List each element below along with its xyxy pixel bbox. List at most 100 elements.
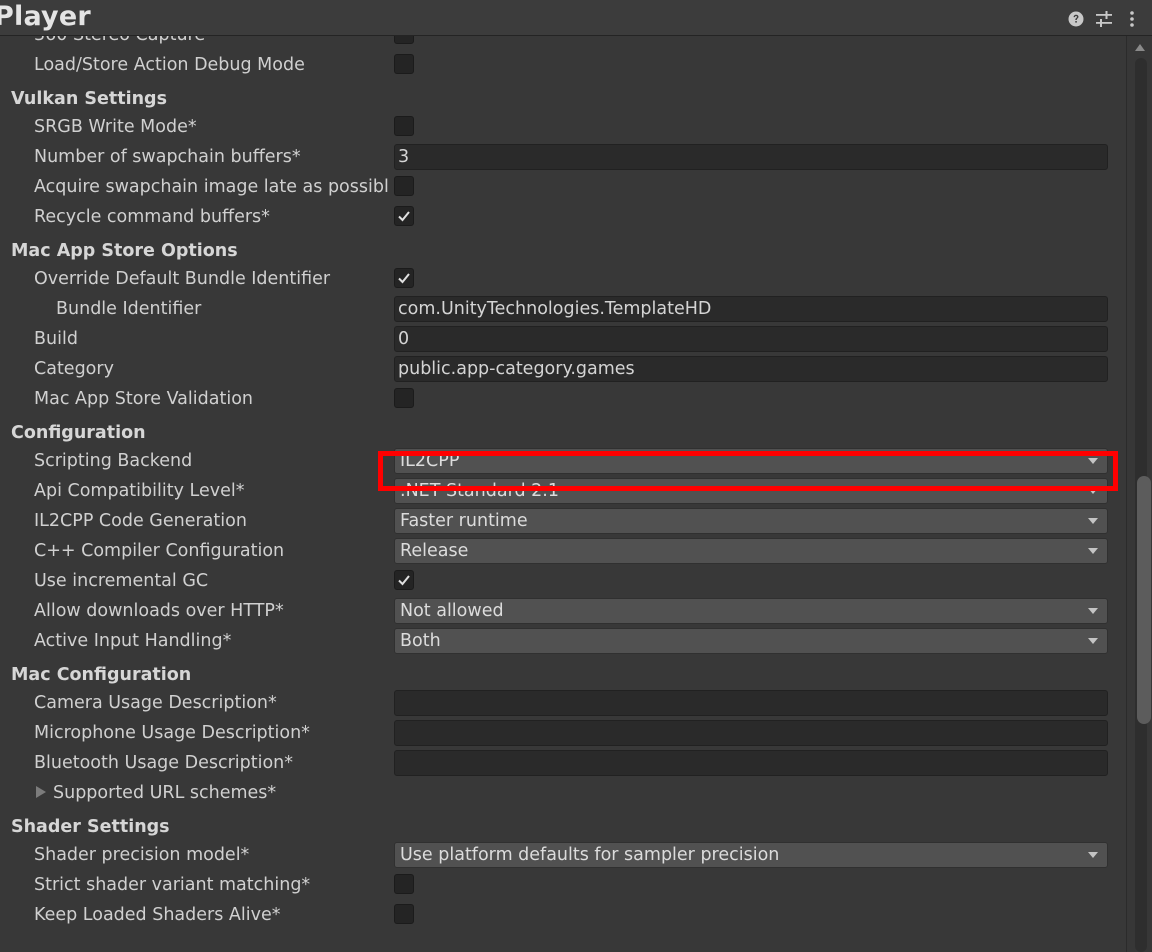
preset-sliders-icon[interactable] xyxy=(1094,9,1114,29)
row-microphone-usage-description: Microphone Usage Description* xyxy=(0,718,1126,748)
label-keep-loaded-shaders-alive: Keep Loaded Shaders Alive* xyxy=(34,905,281,925)
scripting-backend-dropdown[interactable]: IL2CPP xyxy=(394,448,1108,474)
row-api-compatibility-level: Api Compatibility Level* .NET Standard 2… xyxy=(0,476,1126,506)
scroll-up-arrow-icon[interactable] xyxy=(1135,44,1145,51)
vertical-scrollbar[interactable] xyxy=(1126,36,1152,952)
label-recycle-command-buffers: Recycle command buffers* xyxy=(34,207,270,227)
section-configuration: Configuration xyxy=(0,420,1126,446)
cpp-compiler-configuration-dropdown[interactable]: Release xyxy=(394,538,1108,564)
section-title-mac-app-store: Mac App Store Options xyxy=(11,241,238,261)
camera-usage-description-field[interactable] xyxy=(394,690,1108,716)
foldout-supported-url-schemes[interactable]: Supported URL schemes* xyxy=(36,778,391,808)
inspector-header: Player xyxy=(0,0,1152,36)
row-allow-downloads-http: Allow downloads over HTTP* Not allowed xyxy=(0,596,1126,626)
checkbox-acquire-swapchain-late[interactable] xyxy=(394,176,414,196)
row-bundle-identifier: Bundle Identifier com.UnityTechnologies.… xyxy=(0,294,1126,324)
section-title-mac-configuration: Mac Configuration xyxy=(11,665,192,685)
row-swapchain-buffers: Number of swapchain buffers* 3 xyxy=(0,142,1126,172)
row-keep-loaded-shaders-alive: Keep Loaded Shaders Alive* xyxy=(0,900,1126,930)
section-mac-app-store-options: Mac App Store Options xyxy=(0,238,1126,264)
build-field[interactable]: 0 xyxy=(394,326,1108,352)
shader-precision-model-dropdown[interactable]: Use platform defaults for sampler precis… xyxy=(394,842,1108,868)
foldout-arrow-icon xyxy=(36,786,46,798)
section-title-vulkan: Vulkan Settings xyxy=(11,89,167,109)
checkmark-icon xyxy=(398,211,410,222)
label-shader-precision-model: Shader precision model* xyxy=(34,845,250,865)
more-menu-icon[interactable] xyxy=(1122,9,1142,29)
bluetooth-usage-description-field[interactable] xyxy=(394,750,1108,776)
checkmark-icon xyxy=(398,273,410,284)
category-field[interactable]: public.app-category.games xyxy=(394,356,1108,382)
row-camera-usage-description: Camera Usage Description* xyxy=(0,688,1126,718)
row-override-bundle-identifier: Override Default Bundle Identifier xyxy=(0,264,1126,294)
label-supported-url-schemes: Supported URL schemes* xyxy=(53,783,277,803)
checkmark-icon xyxy=(398,575,410,586)
il2cpp-code-generation-value: Faster runtime xyxy=(400,511,528,531)
row-shader-precision-model: Shader precision model* Use platform def… xyxy=(0,840,1126,870)
dropdown-arrow-icon xyxy=(1088,608,1098,614)
row-build: Build 0 xyxy=(0,324,1126,354)
active-input-handling-dropdown[interactable]: Both xyxy=(394,628,1108,654)
label-load-store-action-debug-mode: Load/Store Action Debug Mode xyxy=(34,55,305,75)
cpp-compiler-configuration-value: Release xyxy=(400,541,469,561)
row-il2cpp-code-generation: IL2CPP Code Generation Faster runtime xyxy=(0,506,1126,536)
row-mac-app-store-validation: Mac App Store Validation xyxy=(0,384,1126,414)
help-icon[interactable] xyxy=(1066,9,1086,29)
settings-list: 360 Stereo Capture Load/Store Action Deb… xyxy=(0,36,1126,930)
checkbox-recycle-command-buffers[interactable] xyxy=(394,206,414,226)
label-api-compatibility-level: Api Compatibility Level* xyxy=(34,481,245,501)
checkbox-override-bundle-identifier[interactable] xyxy=(394,268,414,288)
row-use-incremental-gc: Use incremental GC xyxy=(0,566,1126,596)
checkbox-strict-shader-variant-matching[interactable] xyxy=(394,874,414,894)
checkbox-360-stereo-capture[interactable] xyxy=(394,36,414,44)
row-supported-url-schemes[interactable]: Supported URL schemes* xyxy=(0,778,1126,808)
shader-precision-model-value: Use platform defaults for sampler precis… xyxy=(400,845,780,865)
dropdown-arrow-icon xyxy=(1088,548,1098,554)
section-shader-settings: Shader Settings xyxy=(0,814,1126,840)
row-category: Category public.app-category.games xyxy=(0,354,1126,384)
label-mac-app-store-validation: Mac App Store Validation xyxy=(34,389,253,409)
allow-downloads-http-dropdown[interactable]: Not allowed xyxy=(394,598,1108,624)
row-recycle-command-buffers: Recycle command buffers* xyxy=(0,202,1126,232)
section-title-configuration: Configuration xyxy=(11,423,146,443)
row-scripting-backend: Scripting Backend IL2CPP xyxy=(0,446,1126,476)
allow-downloads-http-value: Not allowed xyxy=(400,601,504,621)
inspector-title: Player xyxy=(0,1,91,32)
checkbox-mac-app-store-validation[interactable] xyxy=(394,388,414,408)
checkbox-keep-loaded-shaders-alive[interactable] xyxy=(394,904,414,924)
row-strict-shader-variant-matching: Strict shader variant matching* xyxy=(0,870,1126,900)
dropdown-arrow-icon xyxy=(1088,638,1098,644)
label-category: Category xyxy=(34,359,114,379)
label-allow-downloads-http: Allow downloads over HTTP* xyxy=(34,601,284,621)
row-acquire-swapchain-late: Acquire swapchain image late as possibl xyxy=(0,172,1126,202)
checkbox-srgb-write-mode[interactable] xyxy=(394,116,414,136)
label-360-stereo-capture: 360 Stereo Capture xyxy=(34,36,389,50)
row-load-store-action-debug-mode: Load/Store Action Debug Mode xyxy=(0,50,1126,80)
dropdown-arrow-icon xyxy=(1088,518,1098,524)
label-srgb-write-mode: SRGB Write Mode* xyxy=(34,117,197,137)
label-strict-shader-variant-matching: Strict shader variant matching* xyxy=(34,875,311,895)
api-compatibility-level-dropdown[interactable]: .NET Standard 2.1 xyxy=(394,478,1108,504)
il2cpp-code-generation-dropdown[interactable]: Faster runtime xyxy=(394,508,1108,534)
label-build: Build xyxy=(34,329,78,349)
scrollbar-thumb[interactable] xyxy=(1137,476,1151,724)
label-bundle-identifier: Bundle Identifier xyxy=(56,299,202,319)
bundle-identifier-field[interactable]: com.UnityTechnologies.TemplateHD xyxy=(394,296,1108,322)
section-title-shader-settings: Shader Settings xyxy=(11,817,170,837)
checkbox-use-incremental-gc[interactable] xyxy=(394,570,414,590)
label-acquire-swapchain-late: Acquire swapchain image late as possibl xyxy=(34,177,389,197)
settings-scroll-view: 360 Stereo Capture Load/Store Action Deb… xyxy=(0,36,1126,952)
row-360-stereo-capture: 360 Stereo Capture xyxy=(0,36,1126,50)
section-vulkan-settings: Vulkan Settings xyxy=(0,86,1126,112)
row-srgb-write-mode: SRGB Write Mode* xyxy=(0,112,1126,142)
checkbox-load-store-action-debug-mode[interactable] xyxy=(394,54,414,74)
header-icons xyxy=(1058,9,1142,29)
row-cpp-compiler-configuration: C++ Compiler Configuration Release xyxy=(0,536,1126,566)
scripting-backend-value: IL2CPP xyxy=(400,451,460,471)
api-compatibility-level-value: .NET Standard 2.1 xyxy=(400,481,559,501)
microphone-usage-description-field[interactable] xyxy=(394,720,1108,746)
label-il2cpp-code-generation: IL2CPP Code Generation xyxy=(34,511,247,531)
dropdown-arrow-icon xyxy=(1088,852,1098,858)
swapchain-buffers-field[interactable]: 3 xyxy=(394,144,1108,170)
label-microphone-usage-description: Microphone Usage Description* xyxy=(34,723,310,743)
